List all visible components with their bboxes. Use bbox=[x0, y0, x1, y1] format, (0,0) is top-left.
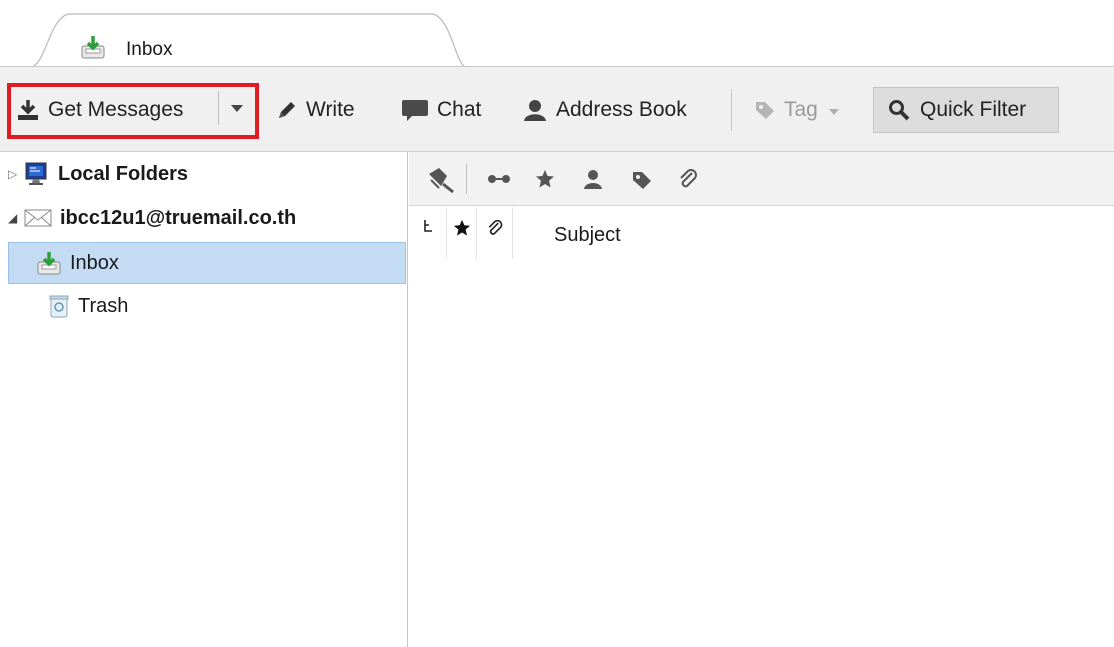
starred-column[interactable] bbox=[447, 207, 477, 259]
get-messages-label: Get Messages bbox=[48, 98, 184, 121]
envelope-icon bbox=[24, 208, 52, 228]
chevron-down-icon bbox=[828, 98, 840, 122]
thread-column[interactable] bbox=[409, 207, 447, 259]
chat-label: Chat bbox=[437, 98, 482, 121]
write-button[interactable]: Write bbox=[276, 90, 355, 130]
magnifier-icon bbox=[888, 99, 910, 121]
folder-label: Inbox bbox=[70, 251, 119, 274]
column-header bbox=[409, 207, 1114, 259]
attachment-icon[interactable] bbox=[677, 168, 699, 195]
folder-local-folders[interactable]: ▷ Local Folders bbox=[0, 156, 406, 192]
tag-label: Tag bbox=[784, 98, 818, 121]
collapse-arrow-icon[interactable]: ◢ bbox=[8, 211, 22, 225]
contact-icon bbox=[522, 98, 548, 122]
quick-filter-button[interactable]: Quick Filter bbox=[873, 87, 1059, 133]
pin-icon[interactable] bbox=[425, 166, 457, 199]
attachment-column[interactable] bbox=[477, 207, 513, 259]
address-book-label: Address Book bbox=[556, 98, 687, 121]
folder-label: Trash bbox=[78, 294, 129, 317]
thread-pane: Subject bbox=[409, 152, 1114, 647]
folder-pane: ▷ Local Folders ◢ ibcc12u1@truemail.co.t… bbox=[0, 152, 408, 647]
attachment-icon bbox=[486, 219, 504, 242]
thread-icon bbox=[422, 219, 434, 240]
folder-trash[interactable]: Trash bbox=[0, 288, 406, 324]
download-icon bbox=[16, 98, 40, 122]
toolbar-separator bbox=[731, 89, 732, 131]
filter-separator bbox=[466, 164, 467, 194]
tag-button[interactable]: Tag bbox=[754, 90, 840, 130]
computer-icon bbox=[24, 161, 50, 187]
contact-icon[interactable] bbox=[583, 168, 603, 195]
tag-icon bbox=[754, 99, 776, 121]
tab-strip: Inbox bbox=[0, 0, 1114, 70]
tag-icon[interactable] bbox=[631, 169, 653, 196]
tab-label: Inbox bbox=[126, 39, 173, 60]
expand-arrow-icon[interactable]: ▷ bbox=[8, 167, 22, 181]
chat-bubble-icon bbox=[401, 98, 429, 122]
account-label: ibcc12u1@truemail.co.th bbox=[60, 206, 297, 229]
chat-button[interactable]: Chat bbox=[401, 90, 481, 130]
folder-label: Local Folders bbox=[58, 162, 189, 185]
tab-inbox[interactable]: Inbox bbox=[28, 10, 468, 74]
pencil-icon bbox=[276, 99, 298, 121]
get-messages-dropdown[interactable] bbox=[222, 95, 252, 123]
address-book-button[interactable]: Address Book bbox=[522, 90, 687, 130]
split-divider bbox=[218, 91, 219, 125]
trash-icon bbox=[48, 294, 70, 318]
star-icon bbox=[453, 219, 471, 242]
main-toolbar: Get Messages Write Chat Address Book Tag… bbox=[0, 66, 1114, 152]
subject-column-header[interactable]: Subject bbox=[554, 224, 621, 247]
chevron-down-icon bbox=[230, 100, 244, 118]
folder-account[interactable]: ◢ ibcc12u1@truemail.co.th bbox=[0, 200, 406, 236]
inbox-icon bbox=[80, 34, 106, 60]
write-label: Write bbox=[306, 98, 355, 121]
inbox-icon bbox=[36, 250, 62, 276]
quick-filter-label: Quick Filter bbox=[920, 98, 1027, 121]
unread-glasses-icon[interactable] bbox=[487, 172, 511, 190]
star-icon[interactable] bbox=[535, 169, 555, 194]
quick-filter-bar bbox=[409, 152, 1114, 206]
folder-inbox[interactable]: Inbox bbox=[8, 242, 406, 284]
get-messages-button[interactable]: Get Messages bbox=[16, 90, 183, 130]
